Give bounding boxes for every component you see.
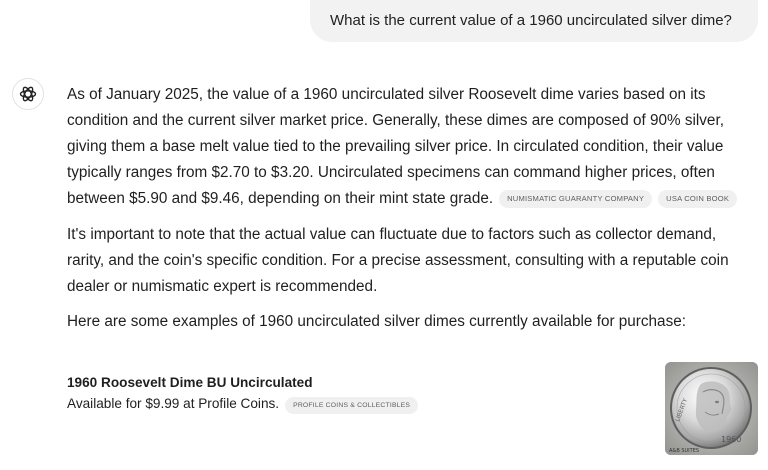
product-description-text: Available for $9.99 at Profile Coins. [67, 396, 280, 411]
answer-paragraph-1-text: As of January 2025, the value of a 1960 … [67, 86, 724, 207]
dime-photo: LIBERTY 1960 A&B SUITES [665, 362, 758, 455]
product-image[interactable]: LIBERTY 1960 A&B SUITES [665, 362, 758, 455]
answer-paragraph-1: As of January 2025, the value of a 1960 … [67, 82, 747, 212]
product-description: Available for $9.99 at Profile Coins. PRO… [67, 394, 757, 414]
answer-paragraph-2: It's important to note that the actual v… [67, 226, 729, 295]
coin-year: 1960 [721, 435, 741, 444]
product-title[interactable]: 1960 Roosevelt Dime BU Uncirculated [67, 374, 757, 392]
answer-paragraph-3: Here are some examples of 1960 uncircula… [67, 313, 686, 330]
source-chip-usa-coin-book[interactable]: USA COIN BOOK [658, 190, 738, 208]
image-watermark: A&B SUITES [669, 448, 699, 454]
product-card[interactable]: 1960 Roosevelt Dime BU Uncirculated Avai… [67, 374, 757, 460]
assistant-response: As of January 2025, the value of a 1960 … [67, 82, 747, 345]
source-chip-profile-coins[interactable]: PROFILE COINS & COLLECTIBLES [285, 397, 419, 414]
user-message-bubble: What is the current value of a 1960 unci… [310, 0, 758, 42]
source-chip-ngc[interactable]: NUMISMATIC GUARANTY COMPANY [499, 190, 653, 208]
assistant-avatar [12, 78, 44, 110]
openai-logo-icon [19, 86, 37, 102]
user-message-text: What is the current value of a 1960 unci… [330, 12, 732, 29]
